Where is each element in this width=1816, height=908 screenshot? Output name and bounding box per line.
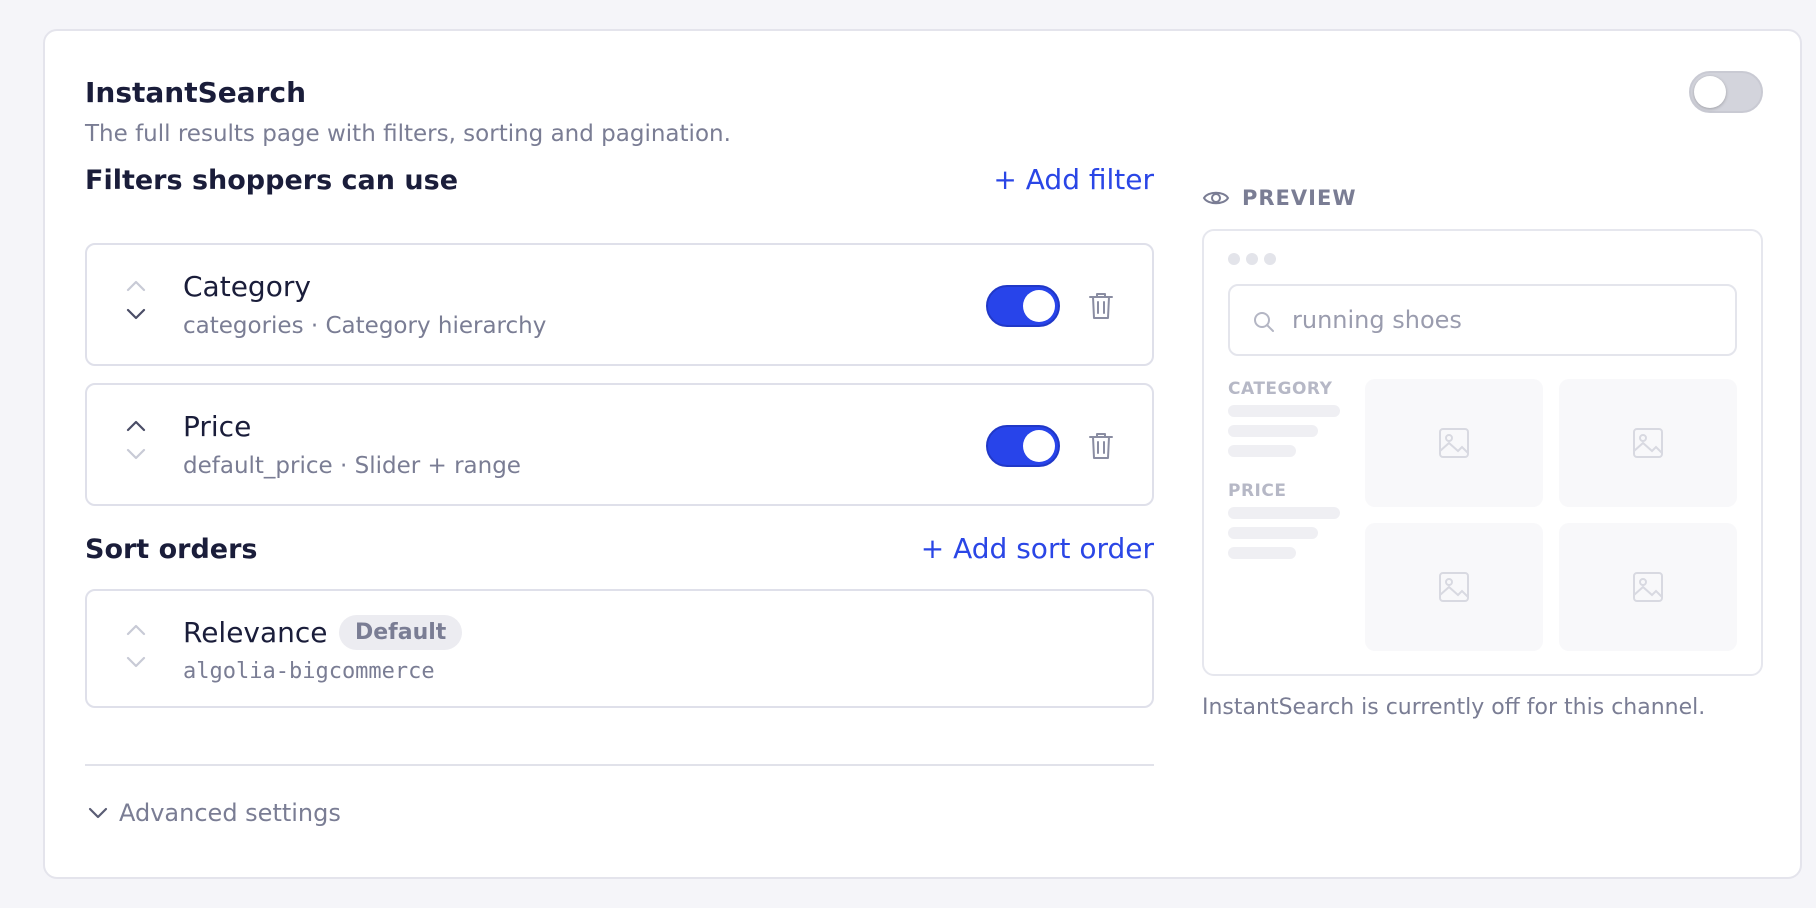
preview-search-text: running shoes	[1292, 306, 1462, 334]
filter-row-price: Price default_price · Slider + range	[85, 383, 1154, 506]
move-down-icon[interactable]	[125, 307, 147, 321]
add-filter-link[interactable]: + Add filter	[854, 163, 1154, 196]
product-tile	[1559, 379, 1737, 507]
filter-toggle-category[interactable]	[986, 285, 1060, 327]
move-up-icon[interactable]	[125, 279, 147, 293]
filters-title: Filters shoppers can use	[85, 165, 459, 196]
trash-icon[interactable]	[1087, 431, 1115, 461]
sort-orders-title: Sort orders	[85, 534, 258, 565]
product-tile	[1559, 523, 1737, 651]
toggle-knob	[1023, 290, 1055, 322]
section-description: The full results page with filters, sort…	[85, 121, 731, 147]
preview-search-box: running shoes	[1228, 284, 1737, 356]
filter-toggle-price[interactable]	[986, 425, 1060, 467]
advanced-settings-toggle[interactable]: Advanced settings	[87, 799, 341, 827]
move-down-icon[interactable]	[125, 655, 147, 669]
filter-name: Price	[183, 410, 252, 443]
move-up-icon[interactable]	[125, 419, 147, 433]
facet-placeholder-bar	[1228, 405, 1340, 417]
trash-icon[interactable]	[1087, 291, 1115, 321]
filter-meta: default_price · Slider + range	[183, 453, 521, 479]
facet-placeholder-bar	[1228, 425, 1318, 437]
divider	[85, 764, 1154, 766]
facet-placeholder-bar	[1228, 445, 1296, 457]
move-down-icon[interactable]	[125, 447, 147, 461]
preview-status-text: InstantSearch is currently off for this …	[1202, 695, 1706, 720]
facet-placeholder-bar	[1228, 527, 1318, 539]
default-badge: Default	[339, 615, 463, 650]
window-dot	[1228, 253, 1240, 265]
toggle-knob	[1694, 76, 1726, 108]
move-up-icon[interactable]	[125, 623, 147, 637]
window-dot	[1264, 253, 1276, 265]
preview-frame: running shoes CATEGORY PRICE	[1202, 229, 1763, 676]
image-placeholder-icon	[1439, 428, 1469, 458]
sort-name: Relevance	[183, 616, 328, 649]
image-placeholder-icon	[1439, 572, 1469, 602]
filter-row-category: Category categories · Category hierarchy	[85, 243, 1154, 366]
search-icon	[1254, 312, 1274, 332]
product-tile	[1365, 379, 1543, 507]
chevron-down-icon	[88, 807, 108, 819]
add-sort-order-link[interactable]: + Add sort order	[804, 532, 1154, 565]
product-tile	[1365, 523, 1543, 651]
sort-row-relevance: Relevance Default algolia-bigcommerce	[85, 589, 1154, 708]
section-title: InstantSearch	[85, 76, 307, 109]
image-placeholder-icon	[1633, 428, 1663, 458]
image-placeholder-icon	[1633, 572, 1663, 602]
filter-name: Category	[183, 270, 311, 303]
eye-icon	[1202, 191, 1230, 205]
window-dot	[1246, 253, 1258, 265]
instantsearch-card: InstantSearch The full results page with…	[43, 29, 1802, 879]
facet-placeholder-bar	[1228, 547, 1296, 559]
preview-label: PREVIEW	[1242, 186, 1357, 210]
advanced-settings-label: Advanced settings	[119, 799, 341, 827]
facet-label-price: PRICE	[1228, 481, 1287, 501]
instantsearch-toggle[interactable]	[1689, 71, 1763, 113]
facet-placeholder-bar	[1228, 507, 1340, 519]
toggle-knob	[1023, 430, 1055, 462]
filter-meta: categories · Category hierarchy	[183, 313, 547, 339]
sort-index-name: algolia-bigcommerce	[183, 659, 435, 684]
preview-header: PREVIEW	[1202, 186, 1356, 210]
facet-label-category: CATEGORY	[1228, 379, 1333, 399]
